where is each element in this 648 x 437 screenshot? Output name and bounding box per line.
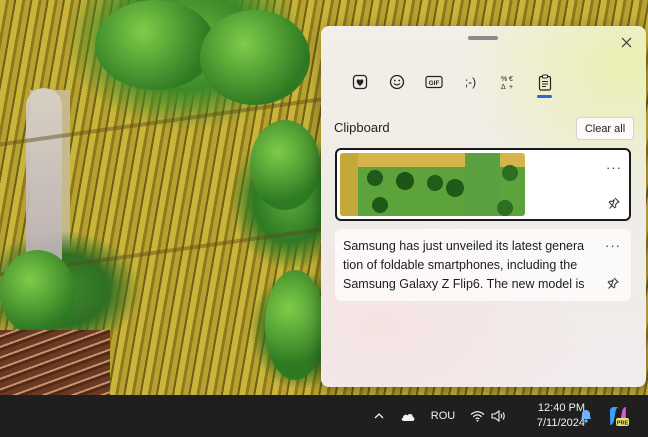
tab-emoji-favorites[interactable] [341, 68, 378, 96]
svg-text:€: € [509, 76, 513, 83]
clock-date: 7/11/2024 [536, 417, 585, 429]
clipboard-text-line: Samsung has just unveiled its latest gen… [343, 239, 585, 253]
copilot-badge: PRE [617, 421, 629, 427]
svg-text:%: % [501, 76, 507, 83]
close-button[interactable] [616, 32, 636, 52]
cloud-icon [401, 413, 415, 421]
item-more-button[interactable]: ··· [604, 159, 624, 175]
tab-gif[interactable]: GIF [415, 68, 452, 96]
svg-text:+: + [509, 84, 513, 90]
wallpaper-tree [0, 250, 75, 335]
tab-clipboard[interactable] [526, 68, 563, 98]
wifi-icon [470, 411, 484, 422]
clipboard-text-line: tion of foldable smartphones, including … [343, 258, 578, 272]
tab-symbols[interactable]: % € Δ + [489, 68, 526, 96]
wallpaper-tree [265, 270, 325, 380]
volume-button[interactable] [490, 406, 508, 426]
svg-text:GIF: GIF [428, 80, 439, 87]
smiley-icon [389, 74, 404, 90]
wallpaper-plowed-field [0, 330, 110, 395]
clipboard-text: Samsung has just unveiled its latest gen… [343, 237, 593, 294]
svg-text:Δ: Δ [501, 84, 506, 90]
tab-kaomoji[interactable]: ;-) [452, 68, 489, 96]
heart-sticker-icon [352, 74, 367, 90]
copilot-icon: PRE [610, 407, 629, 427]
item-more-button[interactable]: ··· [603, 237, 623, 253]
clipboard-text-line: Samsung Galaxy Z Flip6. The new model is [343, 277, 585, 291]
more-icon: ··· [605, 237, 621, 253]
drag-handle[interactable] [468, 36, 498, 40]
clipboard-image-thumbnail [340, 153, 525, 216]
clear-all-button[interactable]: Clear all [576, 117, 634, 140]
pin-icon [608, 197, 620, 209]
gif-icon: GIF [424, 75, 443, 89]
network-button[interactable] [469, 406, 485, 426]
panel-tabs: GIF ;-) % € Δ + [341, 68, 563, 98]
clipboard-item-image[interactable]: ··· [335, 148, 631, 221]
item-pin-button[interactable] [604, 274, 622, 292]
notifications-button[interactable] [578, 406, 594, 426]
taskbar: ROU 12:40 PM 7/11/2024 PRE [0, 395, 648, 437]
taskbar-clock[interactable]: 12:40 PM 7/11/2024 [515, 401, 585, 431]
onedrive-button[interactable] [399, 406, 417, 426]
item-pin-button[interactable] [605, 194, 623, 212]
speaker-icon [491, 410, 505, 422]
show-hidden-icons-button[interactable] [372, 406, 386, 426]
pin-icon [607, 277, 619, 289]
clipboard-icon [538, 74, 551, 91]
close-icon [621, 37, 631, 47]
wallpaper-tree [200, 10, 310, 105]
clipboard-item-text[interactable]: Samsung has just unveiled its latest gen… [335, 229, 631, 301]
wallpaper-tree [250, 120, 320, 210]
tab-emoji[interactable] [378, 68, 415, 96]
active-tab-indicator [537, 95, 552, 98]
more-icon: ··· [606, 159, 622, 175]
clipboard-panel: GIF ;-) % € Δ + Clipboard Clear all ··· … [321, 26, 646, 387]
clock-time: 12:40 PM [537, 402, 585, 414]
kaomoji-icon: ;-) [464, 75, 477, 89]
bell-icon [581, 410, 591, 423]
wallpaper-tree [95, 0, 215, 90]
symbols-icon: % € Δ + [501, 76, 513, 90]
copilot-button[interactable]: PRE [606, 403, 630, 429]
input-language-button[interactable]: ROU [430, 406, 456, 426]
section-title: Clipboard [334, 120, 390, 135]
chevron-up-icon [374, 413, 384, 419]
